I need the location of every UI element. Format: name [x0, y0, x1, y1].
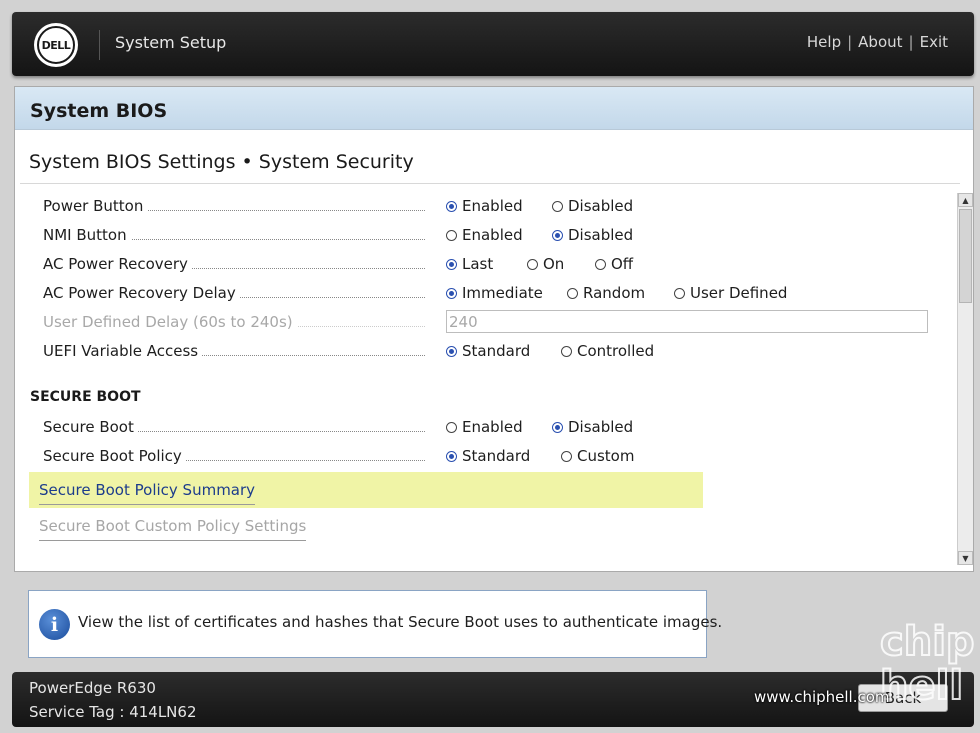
radio-icon: [567, 288, 578, 299]
service-tag: Service Tag : 414LN62: [29, 703, 197, 721]
radio-selected-icon: [446, 201, 457, 212]
radio-icon: [674, 288, 685, 299]
watermark-text: www.chiphell.com: [754, 688, 890, 706]
scrollbar[interactable]: ▲ ▼: [957, 193, 973, 565]
radio-nmi-disabled[interactable]: Disabled: [552, 226, 633, 244]
link-separator: |: [847, 33, 853, 51]
radio-policy-custom[interactable]: Custom: [561, 447, 634, 465]
exit-link[interactable]: Exit: [920, 33, 948, 51]
help-text: View the list of certificates and hashes…: [78, 613, 723, 631]
setting-user-defined-delay: User Defined Delay (60s to 240s) 240: [43, 310, 933, 333]
radio-delay-random[interactable]: Random: [567, 284, 645, 302]
header-divider: [99, 30, 100, 60]
radio-icon: [446, 230, 457, 241]
setting-label: Secure Boot Policy: [43, 447, 186, 465]
radio-icon: [561, 346, 572, 357]
watermark-logo: chip hell: [879, 619, 976, 709]
setting-ac-power-recovery-delay: AC Power Recovery Delay Immediate Random…: [43, 282, 933, 304]
help-box: i View the list of certificates and hash…: [28, 590, 722, 658]
radio-policy-standard[interactable]: Standard: [446, 447, 530, 465]
app-title: System Setup: [115, 33, 227, 52]
link-separator: |: [908, 33, 914, 51]
dell-logo-text: DELL: [41, 38, 71, 52]
info-icon: i: [39, 609, 70, 640]
radio-selected-icon: [552, 422, 563, 433]
setting-label: Power Button: [43, 197, 148, 215]
radio-selected-icon: [446, 451, 457, 462]
user-defined-delay-input: 240: [446, 310, 928, 333]
setting-ac-power-recovery: AC Power Recovery Last On Off: [43, 253, 933, 275]
radio-ac-recovery-last[interactable]: Last: [446, 255, 493, 273]
setting-secure-boot-policy: Secure Boot Policy Standard Custom: [43, 445, 933, 467]
link-row-policy-summary[interactable]: Secure Boot Policy Summary: [29, 472, 703, 508]
secure-boot-custom-policy-link: Secure Boot Custom Policy Settings: [39, 517, 307, 541]
divider: [20, 183, 960, 184]
radio-delay-immediate[interactable]: Immediate: [446, 284, 543, 302]
setting-label: UEFI Variable Access: [43, 342, 203, 360]
setting-power-button: Power Button Enabled Disabled: [43, 195, 933, 217]
scroll-thumb[interactable]: [959, 209, 972, 303]
radio-uefi-controlled[interactable]: Controlled: [561, 342, 654, 360]
dell-logo: DELL: [34, 23, 78, 67]
radio-ac-recovery-on[interactable]: On: [527, 255, 564, 273]
radio-uefi-standard[interactable]: Standard: [446, 342, 530, 360]
setting-nmi-button: NMI Button Enabled Disabled: [43, 224, 933, 246]
model-name: PowerEdge R630: [29, 679, 156, 697]
radio-selected-icon: [446, 346, 457, 357]
help-link[interactable]: Help: [807, 33, 841, 51]
radio-icon: [552, 201, 563, 212]
setting-label: Secure Boot: [43, 418, 138, 436]
main-panel: System BIOS System BIOS Settings • Syste…: [14, 86, 974, 572]
radio-icon: [446, 422, 457, 433]
scroll-up-icon[interactable]: ▲: [958, 193, 973, 207]
secure-boot-policy-summary-link[interactable]: Secure Boot Policy Summary: [39, 481, 256, 505]
about-link[interactable]: About: [858, 33, 902, 51]
top-bar: DELL System Setup Help | About | Exit: [12, 12, 974, 76]
radio-icon: [595, 259, 606, 270]
radio-delay-user-defined[interactable]: User Defined: [674, 284, 787, 302]
radio-ac-recovery-off[interactable]: Off: [595, 255, 633, 273]
radio-selected-icon: [552, 230, 563, 241]
radio-secure-boot-disabled[interactable]: Disabled: [552, 418, 633, 436]
setting-uefi-variable-access: UEFI Variable Access Standard Controlled: [43, 340, 933, 362]
setting-label: User Defined Delay (60s to 240s): [43, 313, 297, 331]
setting-label: AC Power Recovery: [43, 255, 192, 273]
radio-secure-boot-enabled[interactable]: Enabled: [446, 418, 523, 436]
scroll-down-icon[interactable]: ▼: [958, 551, 973, 565]
setting-secure-boot: Secure Boot Enabled Disabled: [43, 416, 933, 438]
radio-power-button-enabled[interactable]: Enabled: [446, 197, 523, 215]
breadcrumb: System BIOS Settings • System Security: [29, 151, 414, 173]
top-links: Help | About | Exit: [807, 33, 948, 51]
radio-selected-icon: [446, 288, 457, 299]
radio-power-button-disabled[interactable]: Disabled: [552, 197, 633, 215]
setting-label: AC Power Recovery Delay: [43, 284, 240, 302]
page-title: System BIOS: [30, 100, 168, 122]
panel-header: System BIOS: [15, 87, 973, 130]
radio-icon: [561, 451, 572, 462]
section-heading-secure-boot: SECURE BOOT: [30, 389, 141, 405]
radio-icon: [527, 259, 538, 270]
radio-nmi-enabled[interactable]: Enabled: [446, 226, 523, 244]
link-row-custom-policy: Secure Boot Custom Policy Settings: [29, 508, 703, 544]
radio-selected-icon: [446, 259, 457, 270]
setting-label: NMI Button: [43, 226, 131, 244]
